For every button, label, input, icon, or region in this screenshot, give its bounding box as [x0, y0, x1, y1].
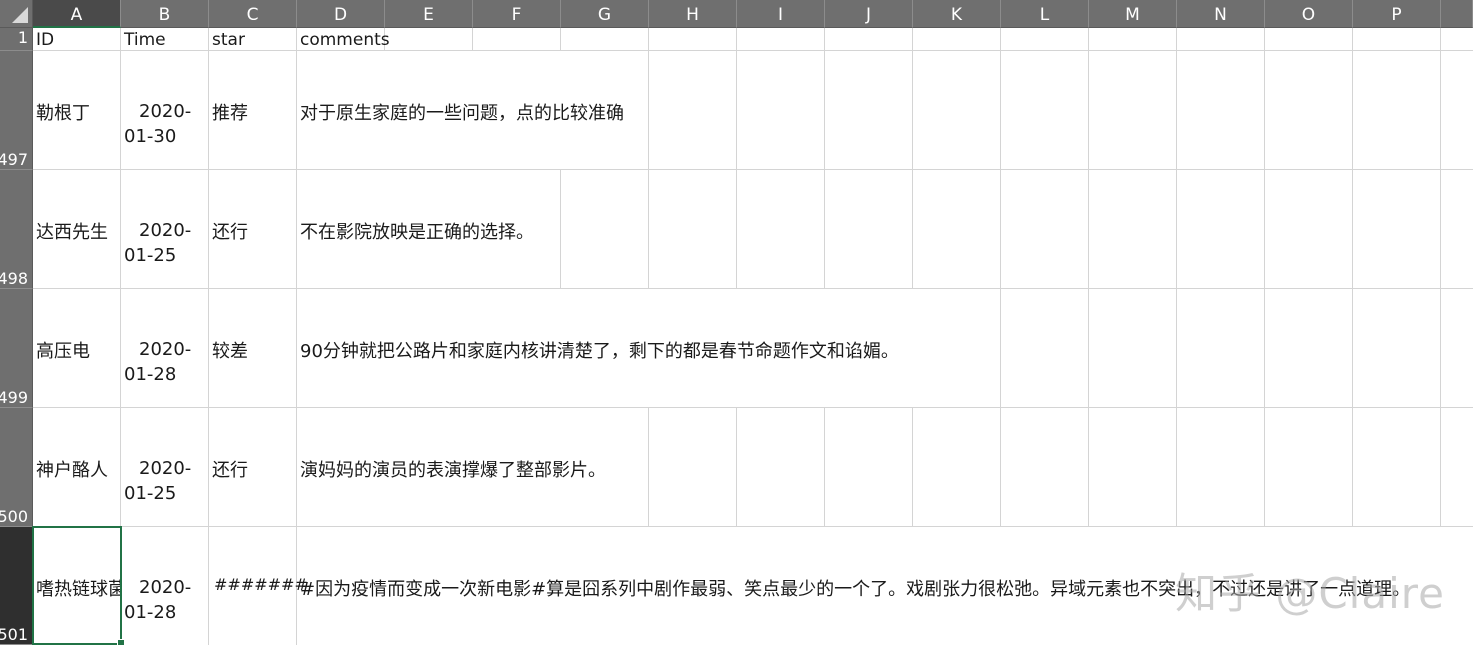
gridline: [472, 28, 473, 51]
gridline: [33, 526, 1473, 527]
spreadsheet-grid: A B C D E F G H I J K L M N O P 1 497 49…: [0, 0, 1473, 645]
gridline: [33, 50, 1473, 51]
fill-handle[interactable]: [117, 639, 125, 645]
row-header[interactable]: 498: [0, 170, 33, 289]
select-all-button[interactable]: [0, 0, 33, 28]
column-header-h[interactable]: H: [649, 0, 737, 28]
column-header-f[interactable]: F: [473, 0, 561, 28]
active-cell-selection[interactable]: [32, 526, 122, 645]
gridline: [824, 28, 825, 289]
row-header[interactable]: 499: [0, 289, 33, 408]
cell-comment[interactable]: 演妈妈的演员的表演撑爆了整部影片。: [300, 456, 606, 482]
gridline: [208, 28, 209, 645]
watermark: 知乎 @Claire: [1175, 569, 1445, 618]
cell-a1[interactable]: ID: [36, 30, 54, 50]
cell-time[interactable]: 2020- 01-25: [124, 218, 208, 268]
column-header-k[interactable]: K: [913, 0, 1001, 28]
gridline: [648, 28, 649, 51]
column-header-c[interactable]: C: [209, 0, 297, 28]
cell-c1[interactable]: star: [212, 30, 245, 50]
cell-id[interactable]: 达西先生: [36, 218, 108, 244]
cell-d1[interactable]: comments: [300, 30, 390, 50]
gridline: [33, 288, 1473, 289]
column-header-e[interactable]: E: [385, 0, 473, 28]
column-header-m[interactable]: M: [1089, 0, 1177, 28]
cell-time[interactable]: 2020- 01-25: [124, 456, 208, 506]
gridline: [560, 170, 561, 289]
gridline: [33, 407, 1473, 408]
cell-star[interactable]: #######: [214, 575, 308, 594]
gridline: [1000, 28, 1001, 527]
gridline: [648, 408, 649, 527]
column-header-o[interactable]: O: [1265, 0, 1353, 28]
gridline: [912, 28, 913, 289]
gridline: [736, 408, 737, 527]
cell-id[interactable]: 勒根丁: [36, 99, 90, 125]
gridline: [1440, 28, 1441, 527]
column-header-p[interactable]: P: [1353, 0, 1441, 28]
cell-id[interactable]: 神户酪人: [36, 456, 108, 482]
column-header-n[interactable]: N: [1177, 0, 1265, 28]
column-header-g[interactable]: G: [561, 0, 649, 28]
cell-star[interactable]: 较差: [212, 337, 248, 363]
column-header-a[interactable]: A: [33, 0, 121, 28]
column-header-b[interactable]: B: [121, 0, 209, 28]
cell-comment[interactable]: 对于原生家庭的一些问题，点的比较准确: [300, 99, 624, 125]
row-header[interactable]: 1: [0, 28, 33, 51]
column-header-d[interactable]: D: [297, 0, 385, 28]
row-header[interactable]: 497: [0, 51, 33, 170]
cell-star[interactable]: 还行: [212, 218, 248, 244]
gridline: [1176, 28, 1177, 527]
row-header[interactable]: 500: [0, 408, 33, 527]
column-header-q-partial[interactable]: [1441, 0, 1473, 28]
gridline: [33, 169, 1473, 170]
cell-b1[interactable]: Time: [124, 30, 166, 50]
gridline: [912, 408, 913, 527]
gridline: [824, 408, 825, 527]
gridline: [1264, 28, 1265, 527]
gridline: [1088, 28, 1089, 527]
cell-comment[interactable]: 不在影院放映是正确的选择。: [300, 218, 534, 244]
gridline: [296, 28, 297, 645]
cell-star[interactable]: 还行: [212, 456, 248, 482]
cell-time[interactable]: 2020- 01-28: [124, 337, 208, 387]
cell-time[interactable]: 2020- 01-28: [124, 575, 208, 625]
row-header-selected[interactable]: 501: [0, 527, 33, 645]
cell-time[interactable]: 2020- 01-30: [124, 99, 208, 149]
cell-comment[interactable]: 90分钟就把公路片和家庭内核讲清楚了，剩下的都是春节命题作文和谄媚。: [300, 337, 899, 363]
gridline: [1352, 28, 1353, 527]
column-header-l[interactable]: L: [1001, 0, 1089, 28]
column-header-i[interactable]: I: [737, 0, 825, 28]
cell-id[interactable]: 高压电: [36, 337, 90, 363]
gridline: [648, 51, 649, 289]
select-all-triangle-icon: [12, 7, 28, 23]
gridline: [736, 28, 737, 289]
cell-star[interactable]: 推荐: [212, 99, 248, 125]
column-header-j[interactable]: J: [825, 0, 913, 28]
gridline: [560, 28, 561, 51]
